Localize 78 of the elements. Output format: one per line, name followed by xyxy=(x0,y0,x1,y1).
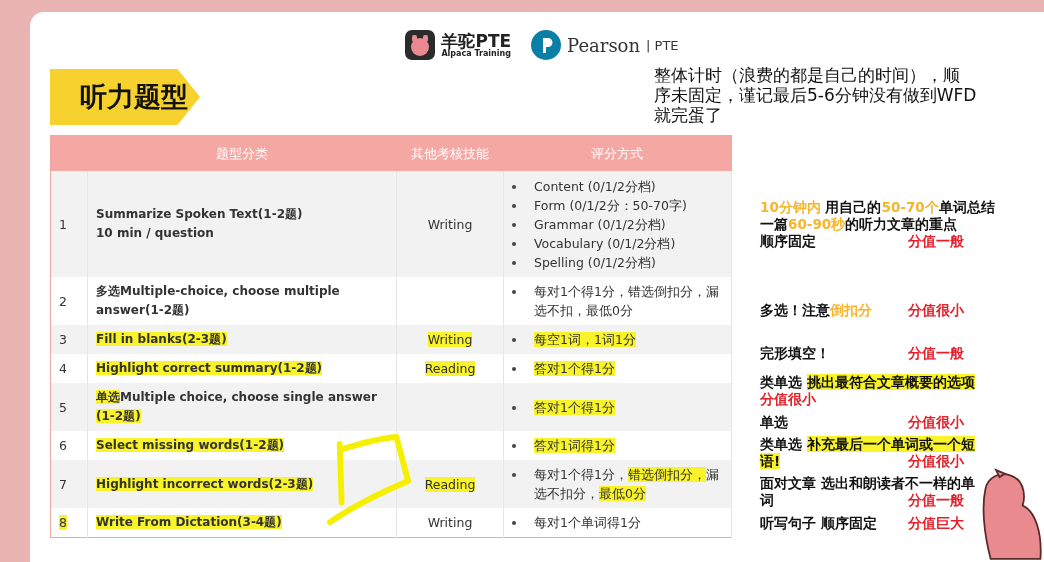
bullet-icon xyxy=(512,290,516,294)
brand-tagline: Alpaca Training xyxy=(441,49,512,58)
scoring-text: Form (0/1/2分：50-70字) xyxy=(534,196,687,215)
skill-text: Writing xyxy=(427,332,473,347)
row-number: 8 xyxy=(59,515,67,530)
scoring-text: 答对1个得1分 xyxy=(534,398,615,417)
row-number: 5 xyxy=(59,399,67,415)
question-type: 单选Multiple choice, choose single answer (1-2题) xyxy=(96,389,378,425)
note-text: 多选！注意倒扣分 xyxy=(760,302,872,319)
question-type: Summarize Spoken Text(1-2题) 10 min / question xyxy=(96,206,304,242)
note-text: 面对文章 选出和朗读者不一样的单 xyxy=(760,475,975,492)
scoring-text: 每对1个单词得1分 xyxy=(534,514,641,532)
question-type: Select missing words(1-2题) xyxy=(96,437,286,454)
intro-line: 序未固定，谨记最后5-6分钟没有做到WFD xyxy=(654,85,978,105)
partner-product: | PTE xyxy=(646,37,679,53)
column-header: 评分方式 xyxy=(503,135,732,171)
bullet-icon xyxy=(512,222,516,227)
skill-text: Reading xyxy=(424,361,476,376)
bullet-icon xyxy=(512,203,516,208)
score-note: 分值很小 xyxy=(908,302,964,319)
pearson-logo-icon xyxy=(531,30,562,60)
scoring-text: 每空1词，1词1分 xyxy=(534,331,636,349)
note-text: 分值很小 xyxy=(760,391,816,408)
note-text: 类单选 挑出最符合文章概要的选项 xyxy=(760,374,975,391)
intro-line: 整体计时（浪费的都是自己的时间），顺 xyxy=(654,65,961,85)
row-number: 7 xyxy=(59,476,67,492)
column-header: 题型分类 xyxy=(87,135,397,171)
bullet-icon xyxy=(512,444,516,448)
question-type: Write From Dictation(3-4题) xyxy=(96,514,283,531)
note-text: 听写句子 顺序固定 xyxy=(760,515,877,532)
scoring-text: Content (0/1/2分档) xyxy=(534,177,656,196)
scoring-text: 每对1个得1分，错选倒扣分，漏选不扣，最低0分 xyxy=(534,283,720,320)
score-note: 分值很小 xyxy=(908,453,964,470)
bullet-icon xyxy=(512,521,516,525)
row-number: 4 xyxy=(59,361,67,376)
bullet-icon xyxy=(512,241,516,246)
column-header: 其他考核技能 xyxy=(396,135,504,171)
scoring-text: Vocabulary (0/1/2分档) xyxy=(534,234,676,253)
partner-name: Pearson xyxy=(567,34,641,56)
intro-line: 就完蛋了 xyxy=(654,105,723,125)
alpaca-logo-icon xyxy=(405,30,436,60)
skill-text: Writing xyxy=(427,216,473,232)
row-number: 3 xyxy=(59,332,67,347)
brand-name: 羊驼PTE xyxy=(441,32,512,50)
score-note: 分值一般 xyxy=(908,492,964,509)
note-text: 词 xyxy=(760,492,774,509)
row-number: 1 xyxy=(59,216,67,232)
bullet-icon xyxy=(512,367,516,371)
row-number: 2 xyxy=(59,293,67,309)
bullet-icon xyxy=(512,473,516,477)
score-note: 分值巨大 xyxy=(908,515,964,532)
skill-text: Writing xyxy=(427,515,473,530)
note-text: 10分钟内 用自己的50-70个单词总结 xyxy=(760,199,995,216)
question-type: Highlight incorrect words(2-3题) xyxy=(96,475,315,493)
bullet-icon xyxy=(512,184,516,189)
title-banner: 听力题型 xyxy=(50,69,200,125)
bullet-icon xyxy=(512,260,516,265)
scoring-text: Spelling (0/1/2分档) xyxy=(534,253,656,272)
question-type: 多选Multiple-choice, choose multiple answer(1-2题) xyxy=(96,283,341,319)
scoring-text: 答对1词得1分 xyxy=(534,437,615,455)
scoring-text: 每对1个得1分，错选倒扣分，漏选不扣分，最低0分 xyxy=(534,466,720,503)
note-text: 顺序固定 xyxy=(760,233,816,250)
scoring-text: 答对1个得1分 xyxy=(534,360,615,378)
skill-text: Reading xyxy=(424,476,476,492)
question-type: Highlight correct summary(1-2题) xyxy=(96,360,324,377)
note-text: 类单选 补充最后一个单词或一个短 xyxy=(760,436,975,453)
note-text: 一篇60-90秒的听力文章的重点 xyxy=(760,216,958,233)
row-number: 6 xyxy=(59,438,67,453)
note-text: 完形填空！ xyxy=(760,345,830,362)
score-note: 分值一般 xyxy=(908,345,964,362)
note-text: 单选 xyxy=(760,414,788,431)
scoring-text: Grammar (0/1/2分档) xyxy=(534,215,666,234)
bullet-icon xyxy=(512,405,516,410)
score-note: 分值很小 xyxy=(908,414,964,431)
note-text: 语! xyxy=(760,453,781,470)
question-type: Fill in blanks(2-3题) xyxy=(96,331,228,348)
score-note: 分值一般 xyxy=(908,233,964,250)
bullet-icon xyxy=(512,338,516,342)
